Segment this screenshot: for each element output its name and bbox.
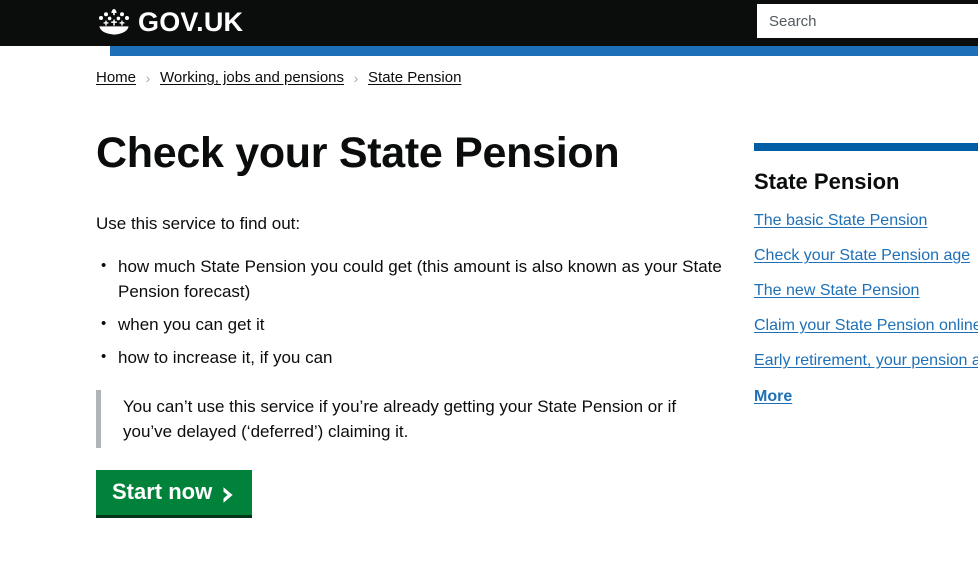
search-input[interactable] (757, 4, 978, 38)
inset-text-panel: You can’t use this service if you’re alr… (96, 390, 716, 448)
start-now-button[interactable]: Start now (96, 470, 253, 515)
breadcrumb: Home › Working, jobs and pensions › Stat… (96, 68, 461, 88)
list-item: The basic State Pension (754, 211, 978, 231)
sidebar-link-check-your-state-pension-age[interactable]: Check your State Pension age (754, 246, 970, 266)
start-now-button-label: Start now (112, 479, 213, 504)
related-sidebar: State Pension The basic State Pension Ch… (754, 143, 978, 422)
main-content: Check your State Pension Use this servic… (96, 128, 724, 515)
sidebar-more-link[interactable]: More (754, 387, 792, 407)
sidebar-link-the-basic-state-pension[interactable]: The basic State Pension (754, 211, 927, 231)
breadcrumb-item-state-pension[interactable]: State Pension (368, 68, 461, 88)
benefits-list: how much State Pension you could get (th… (96, 253, 724, 370)
breadcrumb-item-home[interactable]: Home (96, 68, 136, 88)
list-item: More (754, 386, 978, 407)
sidebar-link-the-new-state-pension[interactable]: The new State Pension (754, 281, 919, 301)
breadcrumb-item-working-jobs-and-pensions[interactable]: Working, jobs and pensions (160, 68, 344, 88)
list-item: The new State Pension (754, 281, 978, 301)
intro-text: Use this service to find out: (96, 214, 301, 233)
sidebar-link-list: The basic State Pension Check your State… (754, 211, 978, 407)
page-title: Check your State Pension (96, 129, 620, 177)
chevron-right-icon (222, 484, 236, 503)
list-item: how to increase it, if you can (101, 344, 724, 370)
list-item: how much State Pension you could get (th… (101, 253, 724, 304)
site-logo-text: GOV.UK (138, 7, 244, 37)
chevron-right-icon: › (145, 70, 151, 86)
chevron-right-icon: › (353, 70, 359, 86)
sidebar-heading: State Pension (754, 169, 900, 194)
list-item: Check your State Pension age (754, 246, 978, 266)
crown-icon[interactable] (96, 7, 134, 37)
list-item: when you can get it (101, 311, 724, 337)
sidebar-accent-rule (754, 143, 978, 151)
inset-text: You can’t use this service if you’re alr… (123, 397, 677, 441)
header-accent-bar (110, 46, 978, 56)
list-item: Early retirement, your pension and benef… (754, 351, 978, 371)
sidebar-link-claim-your-state-pension-online[interactable]: Claim your State Pension online (754, 316, 978, 336)
site-header: GOV.UK (0, 0, 978, 46)
sidebar-link-early-retirement-your-pension-and-benefits[interactable]: Early retirement, your pension and benef… (754, 351, 978, 371)
list-item: Claim your State Pension online (754, 316, 978, 336)
